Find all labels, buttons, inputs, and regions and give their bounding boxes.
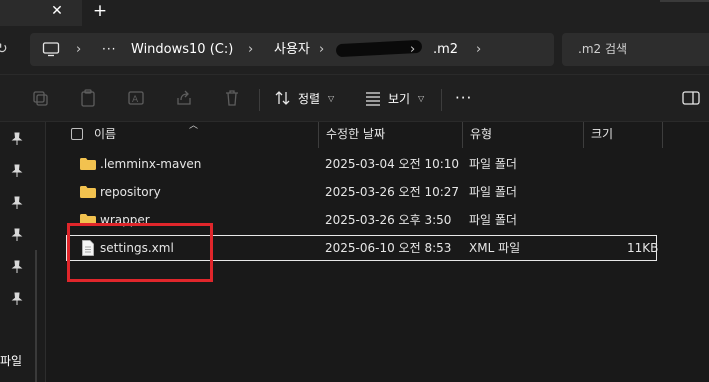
nav-scrollbar[interactable] [35,250,37,382]
details-pane-icon[interactable] [682,89,700,107]
navigation-pane: 파일 [0,122,46,382]
address-bar[interactable]: › ··· Windows10 (C:) › 사용자 › › .m2 › [30,33,554,66]
sort-button[interactable]: 정렬 [298,75,320,123]
search-placeholder: .m2 검색 [578,42,628,56]
close-tab-icon[interactable]: ✕ [50,2,64,20]
column-size[interactable]: 크기 [591,122,613,148]
file-modified: 2025-03-26 오전 10:27 [325,185,460,199]
column-divider[interactable] [583,122,584,148]
window-controls-edge [660,0,709,2]
pin-icon[interactable] [10,196,24,210]
nav-item-label[interactable]: 파일 [0,352,22,369]
column-divider[interactable] [662,122,663,148]
file-row[interactable]: repository 2025-03-26 오전 10:27 파일 폴더 [66,180,657,206]
file-size: 11KB [627,241,659,255]
address-row: ↻ › ··· Windows10 (C:) › 사용자 › › .m2 › .… [0,26,709,74]
breadcrumb-m2[interactable]: .m2 [433,33,458,66]
breadcrumb-separator: › [476,42,482,57]
chevron-down-icon[interactable]: ▽ [418,75,424,123]
delete-icon[interactable] [223,89,241,107]
more-options-button[interactable]: ··· [455,75,472,123]
breadcrumb-separator: › [76,42,82,57]
pin-icon[interactable] [10,164,24,178]
column-divider[interactable] [462,122,463,148]
file-name: repository [100,185,161,199]
file-modified: 2025-06-10 오전 8:53 [325,241,452,255]
cut-icon[interactable] [31,89,49,107]
file-modified: 2025-03-26 오후 3:50 [325,213,452,227]
copy-icon[interactable] [79,89,97,107]
computer-icon [42,42,60,57]
pin-icon[interactable] [10,132,24,146]
folder-icon [80,158,96,170]
file-type: XML 파일 [469,241,521,255]
column-divider[interactable] [318,122,319,148]
toolbar-divider [441,89,442,111]
select-all-checkbox[interactable] [71,128,83,140]
breadcrumb-separator: › [248,42,254,57]
breadcrumb-users[interactable]: 사용자 [274,33,310,66]
svg-text:A: A [132,95,139,105]
file-modified: 2025-03-04 오전 10:10 [325,157,460,171]
column-type[interactable]: 유형 [470,122,492,148]
file-type: 파일 폴더 [469,213,517,227]
active-tab[interactable]: ✕ [0,0,82,26]
breadcrumb-separator: › [410,42,416,57]
folder-icon [80,186,96,198]
column-modified[interactable]: 수정한 날짜 [326,122,385,148]
tab-bar: ✕ + [0,0,709,26]
sort-caret-icon: ︿ [189,121,199,131]
share-icon[interactable] [175,89,193,107]
pin-icon[interactable] [10,292,24,306]
chevron-down-icon[interactable]: ▽ [328,75,334,123]
annotation-highlight-box [67,223,213,282]
column-name[interactable]: 이름 [94,122,116,148]
sort-icon[interactable] [274,89,292,107]
file-type: 파일 폴더 [469,185,517,199]
refresh-icon[interactable]: ↻ [0,39,10,59]
file-name: .lemminx-maven [100,157,202,171]
rename-icon[interactable]: A [127,89,145,107]
view-button[interactable]: 보기 [388,75,410,123]
pin-icon[interactable] [10,260,24,274]
command-bar: A 정렬 ▽ 보기 ▽ ··· [0,74,709,122]
breadcrumb-drive[interactable]: Windows10 (C:) [131,33,233,66]
pin-icon[interactable] [10,228,24,242]
file-row[interactable]: .lemminx-maven 2025-03-04 오전 10:10 파일 폴더 [66,152,657,178]
breadcrumb-more[interactable]: ··· [102,33,116,66]
breadcrumb-separator: › [319,42,325,57]
toolbar-divider [259,89,260,111]
search-input[interactable]: .m2 검색 [562,33,709,66]
view-icon[interactable] [364,89,382,107]
file-type: 파일 폴더 [469,157,517,171]
column-header-row: ︿ 이름 수정한 날짜 유형 크기 [46,121,709,148]
new-tab-icon[interactable]: + [90,1,110,21]
